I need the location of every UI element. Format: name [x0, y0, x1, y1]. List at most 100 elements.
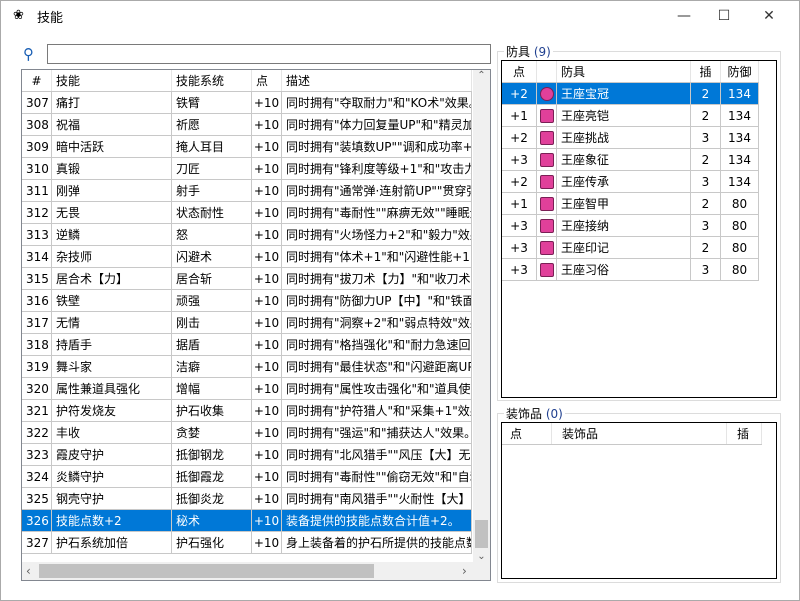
skill-cell: 同时拥有"最佳状态"和"闪避距离UP": [282, 356, 472, 377]
skill-row[interactable]: 323 霞皮守护 抵御钢龙 +10 同时拥有"北风猎手""风压【大】无效": [22, 444, 472, 466]
skill-row[interactable]: 319 舞斗家 洁癖 +10 同时拥有"最佳状态"和"闪避距离UP": [22, 356, 472, 378]
skill-row[interactable]: 324 炎鳞守护 抵御霞龙 +10 同时拥有"毒耐性""偷窃无效"和"自动": [22, 466, 472, 488]
column-header[interactable]: 技能: [52, 70, 172, 91]
armor-row[interactable]: +1 王座亮铠 2 134: [502, 105, 759, 127]
armor-cell: 2: [691, 237, 721, 258]
armor-row[interactable]: +3 王座象征 2 134: [502, 149, 759, 171]
skill-cell: 铁臂: [172, 92, 252, 113]
armor-cell: 3: [691, 127, 721, 148]
skill-cell: 324: [22, 466, 52, 487]
armor-cell: +2: [502, 83, 537, 104]
armor-table: 点防具插防御 +2 王座宝冠 2 134 +1 王座亮铠 2 134 +2 王座挑战 3 134 +3 王座…: [501, 60, 777, 398]
skill-row[interactable]: 317无情刚击+10同时拥有"洞察+2"和"弱点特效"效果。: [22, 312, 472, 334]
column-header[interactable]: 防御: [721, 61, 759, 82]
scroll-left-icon[interactable]: ‹: [26, 564, 31, 578]
skill-cell: +10: [252, 532, 282, 553]
scroll-thumb[interactable]: [475, 520, 488, 548]
column-header[interactable]: [537, 61, 557, 82]
armor-row[interactable]: +3 王座习俗 3 80: [502, 259, 759, 281]
skill-cell: +10: [252, 136, 282, 157]
armor-cell: 2: [691, 83, 721, 104]
skill-cell: 318: [22, 334, 52, 355]
skill-row[interactable]: 313逆鳞怒+10同时拥有"火场怪力+2"和"毅力"效果。: [22, 224, 472, 246]
armor-label: 防具: [506, 45, 531, 59]
skill-row[interactable]: 315居合术【力】居合斩+10同时拥有"拔刀术【力】"和"收刀术"效果: [22, 268, 472, 290]
skill-cell: 掩人耳目: [172, 136, 252, 157]
armor-row[interactable]: +1 王座智甲 2 80: [502, 193, 759, 215]
skill-row[interactable]: 311 刚弹 射手 +10 同时拥有"通常弹·连射箭UP""贯穿弹": [22, 180, 472, 202]
skill-cell: 同时拥有"体术+1"和"闪避性能+1"效果: [282, 246, 472, 267]
skill-cell: 刚弹: [52, 180, 172, 201]
column-header[interactable]: 插: [691, 61, 721, 82]
skill-row[interactable]: 320 属性兼道具强化 增幅 +10 同时拥有"属性攻击强化"和"道具使用": [22, 378, 472, 400]
skill-cell: 309: [22, 136, 52, 157]
skill-cell: +10: [252, 180, 282, 201]
skill-row[interactable]: 318 持盾手 据盾 +10 同时拥有"格挡强化"和"耐力急速回复": [22, 334, 472, 356]
skill-row[interactable]: 322 丰收 贪婪 +10 同时拥有"强运"和"捕获达人"效果。: [22, 422, 472, 444]
skill-row[interactable]: 314杂技师闪避术+10同时拥有"体术+1"和"闪避性能+1"效果: [22, 246, 472, 268]
skill-cell: 317: [22, 312, 52, 333]
skill-row[interactable]: 327 护石系统加倍 护石强化 +10 身上装备着的护石所提供的技能点数: [22, 532, 472, 554]
skill-cell: 钢壳守护: [52, 488, 172, 509]
armor-row[interactable]: +2 王座传承 3 134: [502, 171, 759, 193]
skill-cell: 逆鳞: [52, 224, 172, 245]
column-header[interactable]: 点: [502, 423, 552, 444]
skill-cell: +10: [252, 268, 282, 289]
column-header[interactable]: 技能系统: [172, 70, 252, 91]
column-header[interactable]: 插: [727, 423, 762, 444]
armor-cell: 134: [721, 127, 759, 148]
armor-cell: 80: [721, 215, 759, 236]
skill-cell: 秘术: [172, 510, 252, 531]
skill-cell: 322: [22, 422, 52, 443]
column-header[interactable]: 防具: [557, 61, 691, 82]
skill-cell: 痛打: [52, 92, 172, 113]
horizontal-scrollbar[interactable]: ‹ ›: [22, 562, 490, 580]
skill-cell: +10: [252, 246, 282, 267]
skill-row[interactable]: 309暗中活跃掩人耳目+10同时拥有"装填数UP""调和成功率+20%": [22, 136, 472, 158]
column-header[interactable]: 装饰品: [552, 423, 727, 444]
scroll-up-icon[interactable]: ⌃: [473, 70, 490, 81]
skill-cell: +10: [252, 422, 282, 443]
column-header[interactable]: 点: [252, 70, 282, 91]
armor-cell: 王座传承: [557, 171, 691, 192]
armor-cell: +1: [502, 105, 537, 126]
search-icon[interactable]: ⚲: [23, 45, 41, 63]
armor-icon-cell: [537, 127, 557, 148]
skill-row[interactable]: 307 痛打 铁臂 +10 同时拥有"夺取耐力"和"KO术"效果。: [22, 92, 472, 114]
skill-cell: 327: [22, 532, 52, 553]
armor-cell: 2: [691, 193, 721, 214]
skill-cell: 舞斗家: [52, 356, 172, 377]
skill-row[interactable]: 325 钢壳守护 抵御炎龙 +10 同时拥有"南风猎手""火耐性【大】": [22, 488, 472, 510]
column-header[interactable]: 点: [502, 61, 537, 82]
armor-row[interactable]: +2 王座挑战 3 134: [502, 127, 759, 149]
armor-cell: 134: [721, 83, 759, 104]
vertical-scrollbar[interactable]: ⌃ ⌄: [473, 70, 490, 562]
skill-cell: 同时拥有"锋利度等级+1"和"攻击力UP": [282, 158, 472, 179]
app-icon: ❀: [13, 8, 24, 23]
column-header[interactable]: #: [22, 70, 52, 91]
skill-cell: 身上装备着的护石所提供的技能点数: [282, 532, 472, 553]
armor-row[interactable]: +2 王座宝冠 2 134: [502, 83, 759, 105]
armor-row[interactable]: +3 王座接纳 3 80: [502, 215, 759, 237]
skill-row[interactable]: 316 铁壁 顽强 +10 同时拥有"防御力UP【中】"和"铁面": [22, 290, 472, 312]
maximize-button[interactable]: ☐: [701, 1, 747, 31]
skill-cell: +10: [252, 356, 282, 377]
skill-cell: 抵御霞龙: [172, 466, 252, 487]
search-input[interactable]: [47, 44, 491, 64]
armor-row[interactable]: +3 王座印记 2 80: [502, 237, 759, 259]
skill-row[interactable]: 308祝福祈愿+10同时拥有"体力回复量UP"和"精灵加护"效果。: [22, 114, 472, 136]
scroll-down-icon[interactable]: ⌄: [473, 551, 490, 562]
skill-cell: 护石强化: [172, 532, 252, 553]
scroll-right-icon[interactable]: ›: [462, 564, 467, 578]
skill-row[interactable]: 326 技能点数+2 秘术 +10 装备提供的技能点数合计值+2。: [22, 510, 472, 532]
close-button[interactable]: ✕: [746, 1, 792, 31]
armor-cell: 王座印记: [557, 237, 691, 258]
column-header[interactable]: 描述: [282, 70, 472, 91]
skill-row[interactable]: 312无畏状态耐性+10同时拥有"毒耐性""麻痹无效""睡眠无效": [22, 202, 472, 224]
hscroll-thumb[interactable]: [39, 564, 374, 578]
skill-row[interactable]: 310真锻刀匠+10同时拥有"锋利度等级+1"和"攻击力UP": [22, 158, 472, 180]
skill-cell: 同时拥有"夺取耐力"和"KO术"效果。: [282, 92, 472, 113]
skill-cell: 同时拥有"拔刀术【力】"和"收刀术"效果: [282, 268, 472, 289]
skill-cell: +10: [252, 290, 282, 311]
skill-row[interactable]: 321护符发烧友护石收集+10同时拥有"护符猎人"和"采集+1"效果。: [22, 400, 472, 422]
